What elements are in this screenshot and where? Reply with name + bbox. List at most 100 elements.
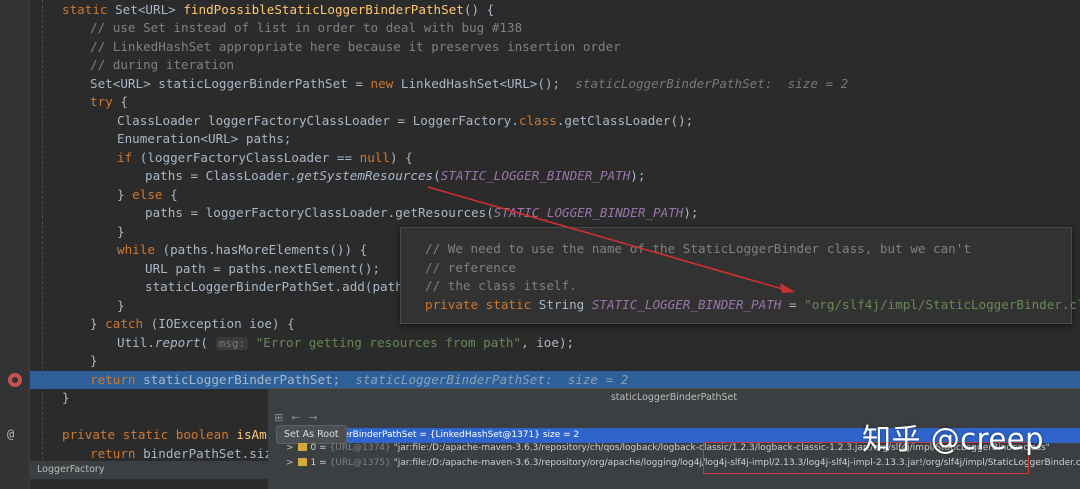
code-token: );: [683, 205, 699, 220]
code-token: // We need to use the name of the Static…: [425, 241, 971, 256]
code-line[interactable]: private static boolean isAmbig: [30, 426, 289, 445]
code-token: }: [90, 316, 106, 331]
code-line[interactable]: static Set<URL> findPossibleStaticLogger…: [30, 1, 494, 20]
code-token: staticLoggerBinderPathSet.add(path);: [145, 279, 418, 294]
code-line[interactable]: staticLoggerBinderPathSet.add(path);: [30, 278, 418, 297]
code-line[interactable]: // during iteration: [30, 56, 234, 75]
code-line-content: }: [30, 390, 70, 405]
code-line[interactable]: [30, 408, 62, 427]
code-token: {: [120, 94, 128, 109]
code-token: }: [117, 223, 125, 239]
code-line-content: Util.report( msg: "Error getting resourc…: [30, 335, 574, 350]
code-line-content: ClassLoader loggerFactoryClassLoader = L…: [30, 113, 693, 128]
forward-arrow-icon[interactable]: →: [308, 411, 317, 424]
popup-line: // We need to use the name of the Static…: [425, 240, 971, 259]
panel-title: staticLoggerBinderPathSet: [610, 392, 738, 403]
code-line-content: if (loggerFactoryClassLoader == null) {: [30, 150, 413, 165]
annotation-icon: @: [7, 427, 15, 441]
popup-line: private static String STATIC_LOGGER_BIND…: [425, 296, 1080, 315]
code-token: (IOException ioe) {: [150, 316, 295, 331]
code-line[interactable]: paths = ClassLoader.getSystemResources(S…: [30, 167, 645, 186]
code-token: binderPathSet.size(: [143, 445, 288, 461]
code-token: class: [518, 112, 557, 128]
code-line[interactable]: // use Set instead of list in order to d…: [30, 19, 522, 38]
code-token: Enumeration<URL> paths;: [117, 131, 292, 146]
code-token: staticLoggerBinderPathSet: size = 2: [355, 371, 629, 387]
code-line[interactable]: } catch (IOException ioe) {: [30, 315, 295, 334]
code-token: =: [781, 296, 805, 312]
code-line-content: while (paths.hasMoreElements()) {: [30, 242, 367, 257]
breakpoint-icon[interactable]: [8, 373, 22, 387]
code-line[interactable]: Enumeration<URL> paths;: [30, 130, 291, 149]
current-execution-line[interactable]: return staticLoggerBinderPathSet; static…: [30, 370, 1080, 389]
code-line[interactable]: if (loggerFactoryClassLoader == null) {: [30, 149, 413, 168]
code-token: // use Set instead of list in order to d…: [90, 20, 523, 35]
code-token: // during iteration: [90, 57, 235, 72]
file-tab[interactable]: LoggerFactory: [30, 461, 268, 479]
code-token: while: [117, 242, 163, 257]
code-line[interactable]: // LinkedHashSet appropriate here becaus…: [30, 38, 621, 57]
code-line[interactable]: URL path = paths.nextElement();: [30, 260, 380, 279]
code-line-content: Enumeration<URL> paths;: [30, 131, 291, 146]
code-token: }: [90, 353, 98, 368]
code-token: findPossibleStaticLoggerBinderPathSet: [183, 1, 464, 17]
code-line-content: } catch (IOException ioe) {: [30, 316, 295, 331]
code-line[interactable]: ClassLoader loggerFactoryClassLoader = L…: [30, 112, 693, 131]
code-token: // reference: [425, 259, 516, 275]
code-token: catch: [105, 316, 151, 331]
tree-icon[interactable]: ⊞: [274, 411, 283, 424]
code-token: (paths.hasMoreElements()) {: [162, 242, 368, 257]
popup-line: // the class itself.: [425, 277, 577, 296]
field-icon: [297, 458, 307, 466]
code-token: );: [630, 168, 646, 183]
code-token: .getClassLoader();: [556, 112, 694, 128]
code-line-content: paths = ClassLoader.getSystemResources(S…: [30, 168, 645, 183]
code-line[interactable]: try {: [30, 93, 128, 112]
code-token: paths = loggerFactoryClassLoader.getReso…: [145, 205, 494, 220]
code-line[interactable]: paths = loggerFactoryClassLoader.getReso…: [30, 204, 699, 223]
code-line-content: return staticLoggerBinderPathSet; static…: [30, 372, 628, 387]
code-token: private static boolean: [62, 427, 237, 442]
code-line[interactable]: }: [30, 352, 98, 371]
code-line[interactable]: }: [30, 297, 125, 316]
code-token: STATIC_LOGGER_BINDER_PATH: [493, 205, 684, 220]
code-token: {: [170, 186, 178, 202]
code-line-content: Set<URL> staticLoggerBinderPathSet = new…: [30, 76, 848, 91]
code-token: private static: [425, 296, 539, 312]
code-token: getSystemResources: [296, 168, 434, 183]
code-token: ) {: [389, 149, 413, 165]
code-token: staticLoggerBinderPathSet;: [143, 371, 356, 387]
code-line[interactable]: } else {: [30, 186, 178, 205]
code-line-content: staticLoggerBinderPathSet.add(path);: [30, 279, 418, 294]
back-arrow-icon[interactable]: ←: [291, 411, 300, 424]
watermark: 知乎 @creep: [862, 422, 1045, 456]
code-token: }: [117, 297, 125, 313]
code-line-content: }: [30, 224, 125, 239]
code-token: "Error getting resources from path": [255, 334, 522, 350]
expand-arrow-icon[interactable]: >: [286, 443, 294, 453]
code-token: Set<URL> staticLoggerBinderPathSet =: [90, 75, 371, 91]
code-token: return: [90, 371, 144, 387]
expand-arrow-icon[interactable]: >: [286, 458, 294, 468]
code-token: () {: [463, 1, 495, 17]
code-token: Util.: [117, 334, 155, 350]
field-icon: [297, 443, 307, 451]
code-line-content: URL path = paths.nextElement();: [30, 261, 380, 276]
code-line[interactable]: while (paths.hasMoreElements()) {: [30, 241, 367, 260]
code-line[interactable]: }: [30, 389, 70, 408]
code-line[interactable]: Util.report( msg: "Error getting resourc…: [30, 334, 574, 353]
code-line-content: // LinkedHashSet appropriate here becaus…: [30, 39, 621, 54]
code-token: return: [90, 445, 144, 461]
code-token: STATIC_LOGGER_BINDER_PATH: [440, 168, 631, 183]
code-token: // LinkedHashSet appropriate here becaus…: [90, 38, 621, 54]
code-token: new: [370, 75, 401, 91]
code-line-content: }: [30, 353, 98, 368]
code-line-content: return binderPathSet.size(: [30, 446, 287, 461]
code-token: msg:: [215, 336, 249, 350]
code-line-content: // during iteration: [30, 57, 234, 72]
code-line[interactable]: }: [30, 223, 125, 242]
code-token: paths = ClassLoader.: [145, 168, 297, 183]
code-line[interactable]: Set<URL> staticLoggerBinderPathSet = new…: [30, 75, 848, 94]
quick-definition-popup: // We need to use the name of the Static…: [400, 227, 1080, 324]
code-token: LinkedHashSet<URL>();: [400, 75, 576, 91]
